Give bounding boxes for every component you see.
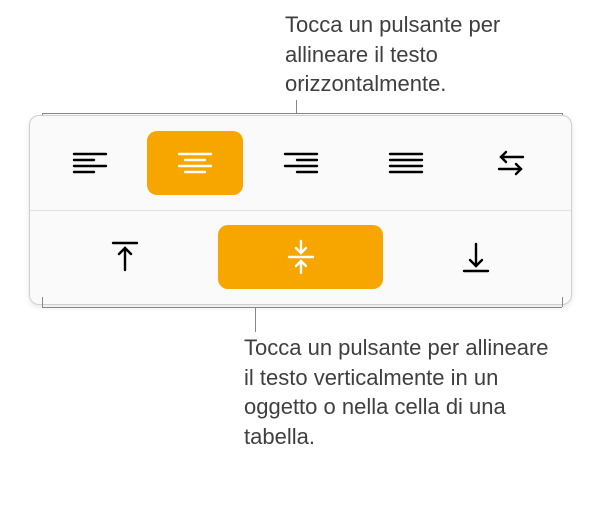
callout-leader [296, 100, 297, 114]
callout-text: Tocca un pulsante per allineare il testo… [285, 12, 500, 96]
text-direction-icon [493, 149, 529, 177]
callout-bracket-bottom-left [42, 297, 43, 307]
callout-vertical-alignment: Tocca un pulsante per allineare il testo… [244, 333, 564, 452]
callout-leader-bottom [255, 307, 256, 332]
align-left-button[interactable] [42, 131, 137, 195]
align-center-button[interactable] [147, 131, 242, 195]
align-bottom-icon [461, 240, 491, 274]
vertical-alignment-row [30, 211, 571, 305]
horizontal-alignment-row [30, 116, 571, 211]
text-direction-button[interactable] [464, 131, 559, 195]
align-middle-icon [286, 239, 316, 275]
callout-bracket-bottom-right [562, 297, 563, 307]
align-right-icon [283, 151, 319, 175]
callout-horizontal-alignment: Tocca un pulsante per allineare il testo… [285, 10, 585, 99]
align-middle-button[interactable] [218, 225, 384, 289]
alignment-panel [29, 115, 572, 305]
align-justify-icon [388, 151, 424, 175]
align-justify-button[interactable] [358, 131, 453, 195]
align-top-icon [110, 240, 140, 274]
align-left-icon [72, 151, 108, 175]
align-right-button[interactable] [253, 131, 348, 195]
align-bottom-button[interactable] [393, 225, 559, 289]
callout-text: Tocca un pulsante per allineare il testo… [244, 335, 549, 449]
align-center-icon [177, 151, 213, 175]
callout-bracket-top [42, 113, 562, 114]
callout-bracket-bottom [42, 307, 562, 308]
align-top-button[interactable] [42, 225, 208, 289]
